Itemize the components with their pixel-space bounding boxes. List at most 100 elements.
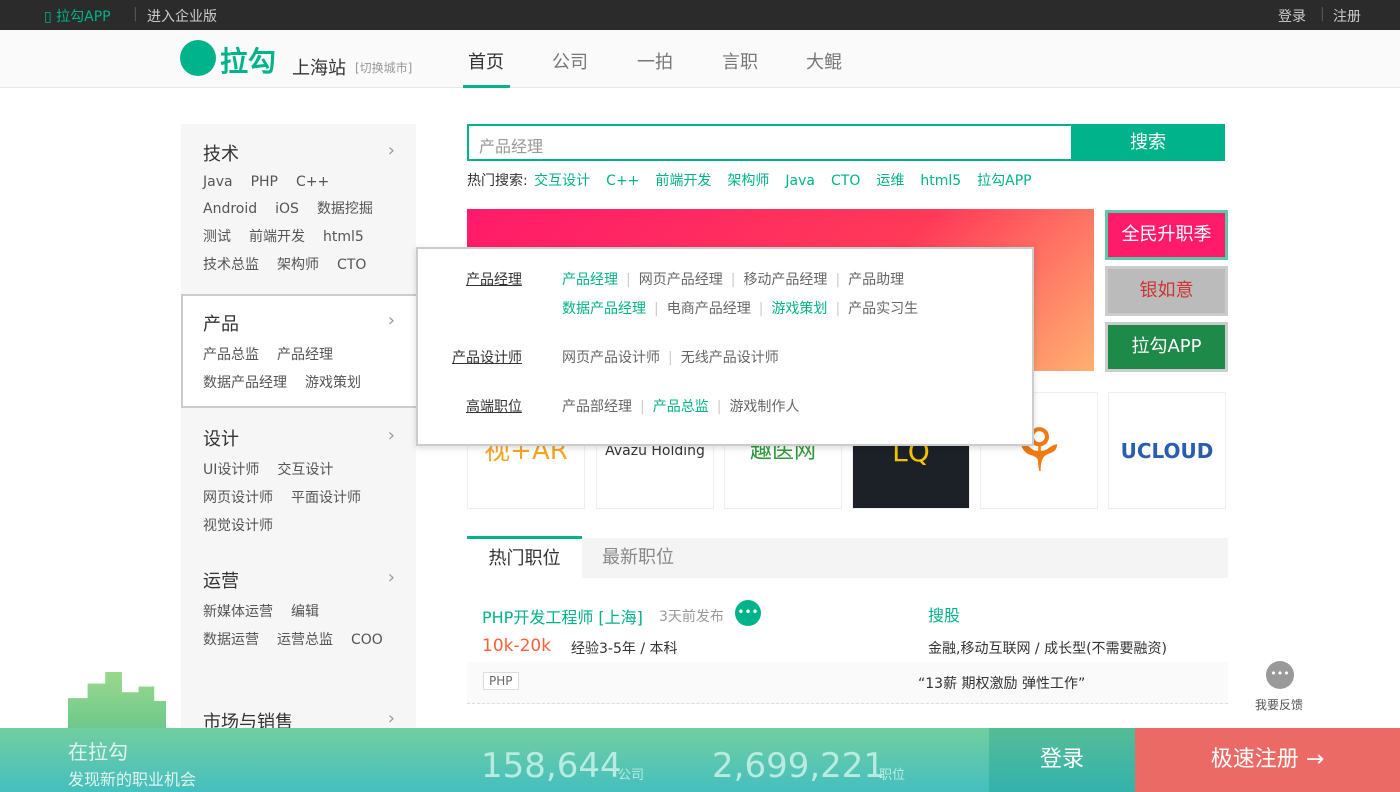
company-logo[interactable]: UCLOUD	[1108, 392, 1226, 509]
popup-link[interactable]: 产品经理	[562, 272, 618, 288]
category-link[interactable]: html5	[323, 229, 364, 245]
chevron-right-icon: ›	[387, 310, 395, 331]
hot-search-link[interactable]: CTO	[831, 173, 860, 189]
nav-yanzhi[interactable]: 言职	[722, 48, 758, 74]
category-link[interactable]: 产品总监	[203, 344, 259, 364]
register-link[interactable]: 注册	[1333, 6, 1361, 26]
category-link[interactable]: 交互设计	[277, 459, 333, 479]
popup-link[interactable]: 产品总监	[653, 399, 709, 415]
category-link[interactable]: 网页设计师	[203, 487, 273, 507]
hot-search-link[interactable]: Java	[785, 173, 815, 189]
category-link[interactable]: C++	[296, 174, 329, 190]
company-name[interactable]: 搜股	[928, 602, 960, 626]
enterprise-link[interactable]: 进入企业版	[147, 6, 217, 26]
hot-search-link[interactable]: 前端开发	[655, 173, 711, 189]
feedback-label[interactable]: 我要反馈	[1255, 696, 1303, 713]
separator: |	[626, 272, 631, 288]
popup-link[interactable]: 网页产品设计师	[562, 350, 660, 366]
popup-link[interactable]: 游戏策划	[771, 301, 827, 317]
category-3[interactable]: 运营 › 新媒体运营 编辑数据运营 运营总监 COO	[203, 567, 403, 649]
popup-link[interactable]: 无线产品设计师	[681, 350, 779, 366]
logo-icon[interactable]	[180, 40, 216, 76]
divider: |	[133, 6, 138, 22]
job-time: 3天前发布	[659, 609, 724, 625]
popup-link[interactable]: 网页产品经理	[639, 272, 723, 288]
category-link[interactable]: 新媒体运营	[203, 601, 273, 621]
category-link[interactable]: 数据运营	[203, 629, 259, 649]
popup-link[interactable]: 产品助理	[848, 272, 904, 288]
category-link[interactable]: CTO	[337, 257, 366, 273]
category-link[interactable]: iOS	[275, 201, 299, 217]
hot-search-link[interactable]: 拉勾APP	[977, 173, 1031, 189]
separator: |	[640, 399, 645, 415]
footer-line1: 在拉勾	[68, 740, 128, 764]
chevron-right-icon: ›	[387, 425, 395, 446]
logo-text[interactable]: 拉勾	[220, 40, 276, 80]
category-link[interactable]: 编辑	[291, 601, 319, 621]
popup-heading[interactable]: 高端职位	[466, 396, 522, 416]
category-link[interactable]: 产品经理	[277, 344, 333, 364]
tab-hot-jobs[interactable]: 热门职位	[467, 536, 582, 578]
popup-link[interactable]: 电商产品经理	[667, 301, 751, 317]
switch-city[interactable]: [切换城市]	[355, 59, 412, 76]
ad-lagou-app[interactable]: 拉勾APP	[1105, 322, 1228, 372]
separator: |	[835, 272, 841, 288]
category-title[interactable]: 设计	[203, 425, 403, 451]
nav-dakun[interactable]: 大鲲	[806, 48, 842, 74]
category-link[interactable]: 前端开发	[249, 226, 305, 246]
hot-search-link[interactable]: html5	[920, 173, 961, 189]
category-link[interactable]: Android	[203, 201, 257, 217]
top-bar: ▯ 拉勾APP | 进入企业版 登录 | 注册	[0, 0, 1400, 30]
category-title[interactable]: 产品	[203, 310, 403, 336]
category-1[interactable]: 产品 › 产品总监 产品经理数据产品经理 游戏策划	[203, 310, 403, 392]
popup-heading[interactable]: 产品设计师	[452, 347, 522, 367]
nav-yipai[interactable]: 一拍	[637, 48, 673, 74]
login-link[interactable]: 登录	[1278, 6, 1306, 26]
signup-footer: 在拉勾 发现新的职业机会 158,644 公司 2,699,221 职位 登录 …	[0, 728, 1400, 792]
search-input[interactable]: 产品经理	[467, 124, 1073, 161]
category-link[interactable]: COO	[351, 632, 383, 648]
popup-heading[interactable]: 产品经理	[466, 269, 522, 289]
category-link[interactable]: 技术总监	[203, 254, 259, 274]
nav-company[interactable]: 公司	[552, 48, 588, 74]
feedback-icon[interactable]: •••	[1266, 661, 1294, 689]
chat-icon[interactable]: •••	[735, 600, 761, 626]
category-link[interactable]: 视觉设计师	[203, 515, 273, 535]
ad-yinruyi[interactable]: 银如意	[1105, 266, 1228, 316]
city: 上海站	[292, 58, 346, 79]
search-button[interactable]: 搜索	[1071, 124, 1225, 161]
category-title[interactable]: 技术	[203, 140, 403, 166]
nav-home[interactable]: 首页	[468, 48, 504, 74]
category-link[interactable]: 数据挖掘	[317, 198, 373, 218]
category-link[interactable]: 架构师	[277, 254, 319, 274]
category-2[interactable]: 设计 › UI设计师 交互设计网页设计师 平面设计师视觉设计师	[203, 425, 403, 535]
category-link[interactable]: Java	[203, 174, 233, 190]
hot-label: 热门搜索:	[467, 173, 528, 189]
hot-search-link[interactable]: 运维	[876, 173, 904, 189]
popup-link[interactable]: 数据产品经理	[562, 301, 646, 317]
popup-link[interactable]: 产品实习生	[848, 301, 918, 317]
category-link[interactable]: 平面设计师	[291, 487, 361, 507]
category-title[interactable]: 运营	[203, 567, 403, 593]
category-link[interactable]: 运营总监	[277, 629, 333, 649]
popup-link[interactable]: 产品部经理	[562, 399, 632, 415]
category-link[interactable]: 测试	[203, 226, 231, 246]
category-link[interactable]: UI设计师	[203, 459, 259, 479]
popup-link[interactable]: 移动产品经理	[743, 272, 827, 288]
job-title[interactable]: PHP开发工程师 [上海]	[482, 604, 643, 628]
footer-login-button[interactable]: 登录	[989, 728, 1135, 792]
hot-search-link[interactable]: C++	[606, 173, 639, 189]
hot-search-link[interactable]: 交互设计	[534, 173, 590, 189]
tab-new-jobs[interactable]: 最新职位	[602, 538, 674, 578]
footer-register-button[interactable]: 极速注册 →	[1135, 728, 1400, 792]
app-link[interactable]: ▯ 拉勾APP	[44, 6, 111, 26]
popup-link[interactable]: 游戏制作人	[729, 399, 799, 415]
category-link[interactable]: PHP	[251, 174, 278, 190]
skill-tag[interactable]: PHP	[483, 672, 519, 690]
ad-promo[interactable]: 全民升职季	[1105, 210, 1228, 260]
hot-search-link[interactable]: 架构师	[727, 173, 769, 189]
category-0[interactable]: 技术 › Java PHP C++ Android iOS 数据挖掘测试 前端开发 html5 技术…	[203, 140, 403, 274]
chevron-right-icon: ›	[387, 708, 395, 729]
category-link[interactable]: 数据产品经理	[203, 372, 287, 392]
category-link[interactable]: 游戏策划	[305, 372, 361, 392]
